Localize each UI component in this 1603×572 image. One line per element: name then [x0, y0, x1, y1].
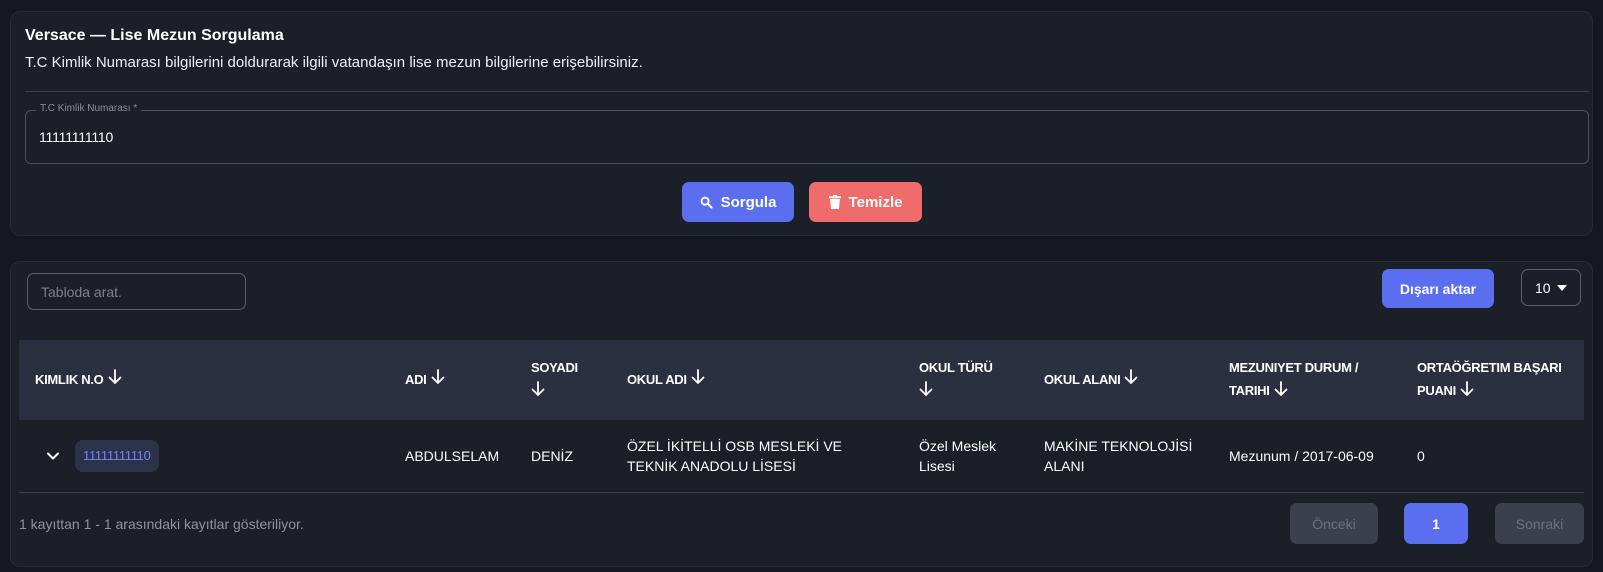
sort-arrow-icon[interactable] [531, 380, 545, 404]
results-card: Dışarı aktar 10 KIMLIK N.O ADI SOYADI OK… [10, 261, 1593, 567]
sort-arrow-icon[interactable] [1274, 380, 1288, 404]
divider [25, 91, 1589, 92]
page-size-value: 10 [1535, 279, 1551, 296]
chevron-down-icon[interactable] [43, 446, 63, 466]
sort-arrow-icon[interactable] [1460, 380, 1474, 404]
clear-button-label: Temizle [848, 193, 903, 211]
table-header-row: KIMLIK N.O ADI SOYADI OKUL ADI OKUL TÜRÜ… [19, 340, 1584, 420]
cell-puan: 0 [1417, 447, 1425, 464]
tc-kimlik-label: T.C Kimlik Numarası * [36, 103, 142, 114]
search-button-label: Sorgula [720, 193, 777, 211]
clear-button[interactable]: Temizle [809, 182, 922, 222]
column-header-mezuniyet[interactable]: MEZUNIYET DURUM / TARIHI [1213, 340, 1401, 420]
sort-arrow-icon[interactable] [1124, 369, 1138, 392]
trash-icon [828, 195, 841, 209]
sort-arrow-icon[interactable] [919, 380, 933, 404]
table-row: 11111111110 ABDULSELAM DENİZ ÖZEL İKİTEL… [19, 420, 1584, 492]
cell-kimlik: 11111111110 [19, 420, 389, 492]
column-header-kimlik[interactable]: KIMLIK N.O [19, 340, 389, 420]
cell-okul-adi: ÖZEL İKİTELLİ OSB MESLEKİ VE TEKNİK ANAD… [627, 437, 843, 474]
caret-down-icon [1557, 285, 1567, 291]
page-size-select[interactable]: 10 [1521, 269, 1581, 306]
tc-kimlik-field[interactable]: T.C Kimlik Numarası * 11111111110 [25, 103, 1589, 164]
cell-okul-alani: MAKİNE TEKNOLOJİSİ ALANI [1044, 437, 1193, 474]
sort-arrow-icon[interactable] [691, 369, 705, 392]
sort-arrow-icon[interactable] [431, 369, 445, 392]
page-1-button[interactable]: 1 [1404, 503, 1468, 544]
sort-arrow-icon[interactable] [108, 369, 122, 392]
search-button[interactable]: Sorgula [682, 182, 794, 222]
next-page-button[interactable]: Sonraki [1495, 503, 1584, 544]
column-header-okul-turu[interactable]: OKUL TÜRÜ [903, 340, 1028, 420]
column-header-puan[interactable]: ORTAÖĞRETIM BAŞARI PUANI [1401, 340, 1584, 420]
cell-soyadi: DENİZ [531, 447, 573, 464]
kimlik-link[interactable]: 11111111110 [75, 439, 159, 472]
query-card: Versace — Lise Mezun Sorgulama T.C Kimli… [10, 11, 1593, 236]
table-info-text: 1 kayıttan 1 - 1 arasındaki kayıtlar gös… [19, 516, 304, 532]
column-header-soyadi[interactable]: SOYADI [515, 340, 611, 420]
cell-okul-turu: Özel Meslek Lisesi [919, 437, 997, 474]
column-header-adi[interactable]: ADI [389, 340, 515, 420]
cell-mezuniyet: Mezunum / 2017-06-09 [1229, 447, 1374, 464]
tc-kimlik-value[interactable]: 11111111110 [39, 129, 113, 145]
page-subtitle: T.C Kimlik Numarası bilgilerini doldurar… [25, 54, 643, 71]
previous-page-button[interactable]: Önceki [1290, 503, 1378, 544]
export-button[interactable]: Dışarı aktar [1382, 269, 1494, 308]
column-header-okul-adi[interactable]: OKUL ADI [611, 340, 903, 420]
cell-adi: ABDULSELAM [405, 447, 500, 464]
column-header-okul-alani[interactable]: OKUL ALANI [1028, 340, 1213, 420]
page-title: Versace — Lise Mezun Sorgulama [25, 27, 284, 44]
search-icon [700, 196, 713, 209]
results-table: KIMLIK N.O ADI SOYADI OKUL ADI OKUL TÜRÜ… [19, 340, 1584, 493]
table-search-input[interactable] [27, 273, 246, 310]
